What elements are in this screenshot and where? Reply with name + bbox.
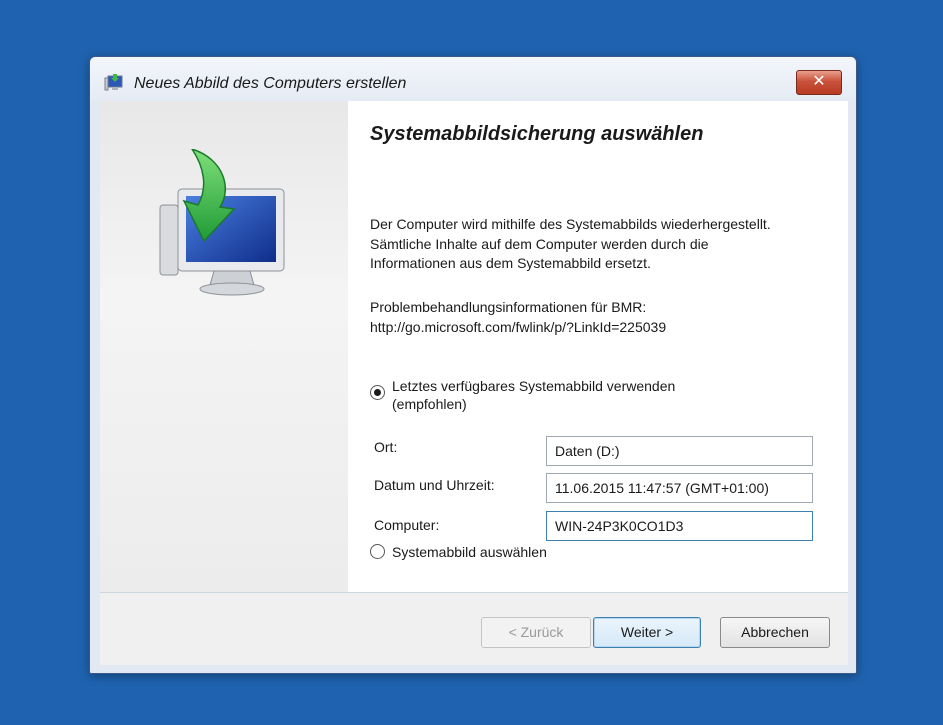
datetime-field[interactable]: 11.06.2015 11:47:57 (GMT+01:00) [546, 473, 813, 503]
content-area: Systemabbildsicherung auswählen Der Comp… [100, 101, 848, 592]
close-icon: ✕ [812, 73, 826, 90]
datetime-label: Datum und Uhrzeit: [374, 477, 495, 493]
location-label: Ort: [374, 439, 398, 455]
monitor-restore-arrow-icon [159, 149, 285, 296]
page-title: Systemabbildsicherung auswählen [370, 123, 704, 145]
select-image-radio-label[interactable]: Systemabbild auswählen [392, 544, 547, 560]
wizard-dialog: Neues Abbild des Computers erstellen ✕ S… [89, 56, 857, 674]
latest-image-radio[interactable] [370, 385, 385, 400]
cancel-button[interactable]: Abbrechen [720, 617, 830, 648]
title-bar[interactable]: Neues Abbild des Computers erstellen ✕ [90, 57, 856, 101]
latest-image-radio-label[interactable]: Letztes verfügbares Systemabbild verwend… [392, 377, 752, 413]
description-text: Der Computer wird mithilfe des Systemabb… [370, 216, 771, 271]
system-image-backup-icon [104, 74, 123, 91]
button-bar: < Zurück Weiter > Abbrechen [100, 592, 848, 665]
close-button[interactable]: ✕ [796, 70, 842, 95]
wizard-side-panel [100, 101, 348, 592]
computer-label: Computer: [374, 517, 440, 533]
select-image-radio[interactable] [370, 544, 385, 559]
window-title: Neues Abbild des Computers erstellen [134, 75, 407, 92]
troubleshooting-url: http://go.microsoft.com/fwlink/p/?LinkId… [370, 319, 667, 335]
back-button[interactable]: < Zurück [481, 617, 591, 648]
next-button[interactable]: Weiter > [593, 617, 701, 648]
troubleshooting-label: Problembehandlungsinformationen für BMR: [370, 299, 647, 315]
location-field[interactable]: Daten (D:) [546, 436, 813, 466]
computer-field[interactable]: WIN-24P3K0CO1D3 [546, 511, 813, 541]
troubleshooting-info: Problembehandlungsinformationen für BMR:… [370, 297, 790, 337]
